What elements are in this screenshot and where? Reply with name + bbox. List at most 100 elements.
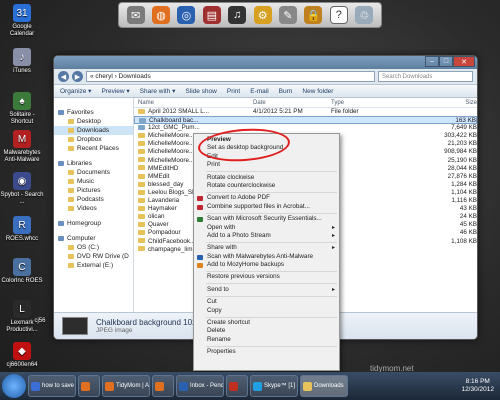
toolbar-button[interactable]: Organize ▾	[60, 87, 91, 95]
context-menu-item[interactable]: Scan with Microsoft Security Essentials.…	[194, 215, 339, 223]
nav-item[interactable]: Pictures	[54, 186, 133, 195]
desktop-icon[interactable]: ♠ Solitaire - Shortcut	[0, 92, 44, 126]
toolbar-button[interactable]: Preview ▾	[101, 87, 129, 95]
nav-item[interactable]: External (E:)	[54, 261, 133, 270]
context-menu-item[interactable]: Rotate counterclockwise	[194, 182, 339, 190]
context-menu-item[interactable]: Create shortcut	[194, 319, 339, 327]
toolbar-button[interactable]: Share with ▾	[140, 87, 176, 95]
nav-item[interactable]: Desktop	[54, 117, 133, 126]
nav-item[interactable]: Dropbox	[54, 135, 133, 144]
nav-group[interactable]: Computer	[54, 234, 133, 243]
globe-icon[interactable]: ◎	[177, 6, 196, 24]
taskbar-button[interactable]	[152, 375, 174, 397]
context-menu-item[interactable]: Print	[194, 161, 339, 169]
context-menu-item[interactable]: Share with	[194, 244, 339, 253]
context-menu-item[interactable]: Properties	[194, 348, 339, 356]
forward-button[interactable]: ▶	[72, 71, 83, 82]
address-field[interactable]: « cheryl › Downloads	[86, 71, 375, 82]
desktop-icon[interactable]: cj56	[30, 318, 50, 325]
column-header[interactable]: Size	[387, 98, 477, 107]
context-menu-item[interactable]: Open with	[194, 224, 339, 233]
taskbar-button[interactable]	[78, 375, 100, 397]
taskbar-button[interactable]: Skype™ [1] -...	[250, 375, 298, 397]
file-row[interactable]: April 2012 SMALL L... 4/1/2012 5:21 PM Fil…	[134, 108, 477, 116]
nav-item[interactable]: Downloads	[54, 126, 133, 135]
taskbar-button[interactable]: how to save ...	[28, 375, 76, 397]
taskbar-button-label: Downloads	[314, 383, 344, 389]
desktop-icon[interactable]: ◆ cj6600en64	[0, 342, 44, 369]
minimize-button[interactable]: –	[425, 56, 439, 67]
nav-group[interactable]: Favorites	[54, 108, 133, 117]
context-menu-item[interactable]: Rename	[194, 336, 339, 344]
file-row[interactable]: 12ct_GMC_Pum... 7,649 KB	[134, 124, 477, 132]
desktop-icon[interactable]: L Lexmark Productivi...	[0, 300, 44, 334]
column-header[interactable]: Name	[134, 98, 249, 107]
context-menu: Preview Set as desktop background Edit Prin…	[193, 133, 340, 371]
desktop-icon[interactable]: ♪ iTunes	[0, 48, 44, 75]
close-button[interactable]: ✕	[453, 56, 475, 67]
mail-icon[interactable]: ✉	[126, 6, 145, 24]
desktop-icon[interactable]: 31 Google Calendar	[0, 4, 44, 38]
maximize-button[interactable]: □	[439, 56, 453, 67]
context-menu-item[interactable]: Send to	[194, 286, 339, 295]
taskbar-button[interactable]: Inbox - Penco...	[176, 375, 224, 397]
title-bar[interactable]: – □ ✕	[54, 56, 477, 69]
nav-item[interactable]: Podcasts	[54, 195, 133, 204]
context-menu-item[interactable]: Scan with Malwarebytes Anti-Malware	[194, 253, 339, 261]
help-icon[interactable]: ?	[329, 6, 348, 24]
notepad-icon[interactable]: ✎	[279, 6, 298, 24]
toolbar-button[interactable]: Burn	[279, 88, 293, 95]
desktop-icon[interactable]: M Malwarebytes Anti-Malware	[0, 130, 44, 164]
context-menu-item[interactable]: Rotate clockwise	[194, 174, 339, 182]
nav-item[interactable]: Documents	[54, 168, 133, 177]
lock-icon[interactable]: 🔒	[304, 6, 323, 24]
context-menu-item[interactable]: Combine supported files in Acrobat...	[194, 203, 339, 211]
back-button[interactable]: ◀	[58, 71, 69, 82]
context-menu-item[interactable]: Convert to Adobe PDF	[194, 194, 339, 202]
search-input[interactable]: Search Downloads	[378, 71, 473, 82]
books-icon[interactable]: ▤	[202, 6, 221, 24]
column-header[interactable]: Type	[327, 98, 387, 107]
desktop-icon-label: Google Calendar	[9, 24, 35, 37]
toolbar-button[interactable]: New folder	[302, 88, 333, 95]
desktop-icon-label: Malwarebytes Anti-Malware	[3, 150, 41, 163]
desktop-icon[interactable]: R ROES.whcc	[0, 216, 44, 243]
nav-label: Computer	[67, 235, 96, 242]
toolbar-button[interactable]: Slide show	[185, 88, 216, 95]
taskbar-button-label: how to save ...	[42, 383, 75, 389]
system-clock[interactable]: 8:16 PM 12/30/2012	[461, 378, 500, 394]
file-row[interactable]: Chalkboard bac... 163 KB	[134, 116, 477, 125]
context-menu-item[interactable]: Add to a Photo Stream	[194, 232, 339, 241]
column-header[interactable]: Date	[249, 98, 327, 107]
folder-icon	[138, 108, 145, 114]
app-icon	[81, 381, 90, 391]
desktop-icon[interactable]: C ColorInc ROES	[0, 258, 44, 285]
desktop-icon[interactable]: ◉ Spybot - Search ...	[0, 172, 44, 206]
file-size: 163 KB	[455, 117, 476, 124]
context-menu-item[interactable]: Restore previous versions	[194, 273, 339, 281]
context-menu-item[interactable]: Delete	[194, 327, 339, 335]
nav-item[interactable]: Videos	[54, 204, 133, 213]
nav-group[interactable]: Libraries	[54, 159, 133, 168]
context-menu-item[interactable]: Add to MozyHome backups	[194, 261, 339, 269]
firefox-icon[interactable]: ◍	[152, 6, 171, 24]
taskbar-button[interactable]: TidyMom | A...	[102, 375, 150, 397]
context-menu-item[interactable]: Cut	[194, 298, 339, 306]
taskbar-button[interactable]	[226, 375, 248, 397]
context-menu-item[interactable]: Copy	[194, 307, 339, 315]
nav-group[interactable]: Homegroup	[54, 219, 133, 228]
toolbar-button[interactable]: E-mail	[250, 88, 268, 95]
nav-item[interactable]: OS (C:)	[54, 243, 133, 252]
toolbar-button[interactable]: Print	[227, 88, 240, 95]
navigation-pane: Favorites Desktop Downloads Dropbox Recent P…	[54, 98, 134, 312]
trash-icon[interactable]: ♲	[355, 6, 374, 24]
gear-icon[interactable]: ⚙	[253, 6, 272, 24]
taskbar-button[interactable]: Downloads	[300, 375, 348, 397]
headphones-icon[interactable]: ♫	[228, 6, 247, 24]
nav-item[interactable]: DVD RW Drive (D	[54, 252, 133, 261]
taskbar-button-label: Inbox - Penco...	[190, 383, 224, 389]
nav-item[interactable]: Recent Places	[54, 144, 133, 153]
nav-item[interactable]: Music	[54, 177, 133, 186]
start-button[interactable]	[2, 374, 26, 398]
desktop-icon-glyph: ◆	[13, 342, 31, 360]
